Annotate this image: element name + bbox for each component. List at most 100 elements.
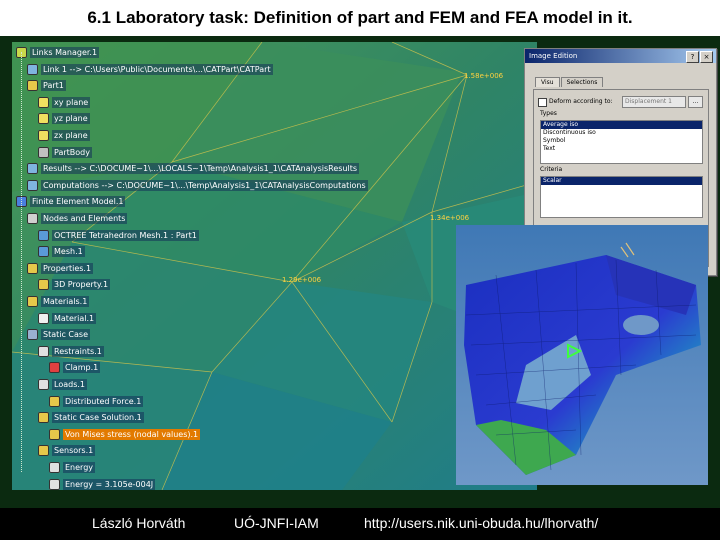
tree-node-label: Restraints.1 [52, 345, 104, 357]
tree-node-restraints[interactable]: Restraints.1 [38, 345, 104, 358]
tree-node-label: Link 1 --> C:\Users\Public\Documents\...… [41, 63, 273, 75]
tree-node-label: PartBody [52, 146, 92, 158]
tree-connector-line [21, 52, 22, 472]
tree-node-materials[interactable]: Materials.1 [27, 295, 90, 308]
tree-node-label: Sensors.1 [52, 445, 96, 457]
tree-node-nodes-elements[interactable]: Nodes and Elements [27, 212, 128, 225]
tree-node-partbody[interactable]: PartBody [38, 146, 92, 159]
value-marker-1: 1.58e+006 [464, 72, 504, 80]
tab-selections[interactable]: Selections [560, 77, 604, 87]
tree-node-label: OCTREE Tetrahedron Mesh.1 : Part1 [52, 229, 199, 241]
help-button[interactable]: ? [686, 51, 699, 63]
dialog-titlebar[interactable]: Image Edition ? × [525, 49, 716, 63]
tree-node-label: Links Manager.1 [30, 47, 100, 58]
tree-node-label: Properties.1 [41, 262, 94, 274]
energy-icon [49, 462, 60, 473]
deform-field[interactable]: Displacement 1 [622, 96, 686, 108]
property-icon [38, 279, 49, 291]
force-icon [49, 395, 60, 407]
types-option[interactable]: Discontinuous iso [541, 129, 702, 137]
tree-node-clamp[interactable]: Clamp.1 [49, 361, 101, 374]
tree-node-yz-plane[interactable]: yz plane [38, 112, 90, 125]
tree-node-sensors[interactable]: Sensors.1 [38, 444, 96, 457]
dialog-tabs: Visu Selections [535, 77, 604, 87]
tree-node-computations[interactable]: Computations --> C:\DOCUME~1\...\Temp\An… [27, 179, 368, 192]
dialog-title: Image Edition [529, 52, 578, 60]
tree-node-label: xy plane [52, 96, 91, 108]
tree-node-loads[interactable]: Loads.1 [38, 378, 87, 391]
tree-node-label: 3D Property.1 [52, 279, 111, 291]
tree-node-label: Static Case Solution.1 [52, 412, 144, 424]
tree-node-von-mises[interactable]: Von Mises stress (nodal values).1 [49, 428, 201, 441]
institute-name: UÓ-JNFI-IAM [234, 515, 319, 531]
tree-node-properties[interactable]: Properties.1 [27, 262, 94, 275]
plane-icon [38, 130, 49, 141]
footer-url[interactable]: http://users.nik.uni-obuda.hu/lhorvath/ [364, 515, 598, 531]
tree-node-static-case-solution[interactable]: Static Case Solution.1 [38, 411, 144, 424]
mesh-icon [38, 229, 49, 241]
tree-node-label: Clamp.1 [63, 362, 101, 374]
tree-node-label: Loads.1 [52, 379, 87, 390]
tree-node-results[interactable]: Results --> C:\DOCUME~1\...\LOCALS~1\Tem… [27, 162, 360, 175]
clamp-icon [49, 362, 60, 374]
tree-node-label: zx plane [52, 130, 90, 141]
tree-node-energy-value[interactable]: Energy = 3.105e-004J [49, 478, 156, 490]
restraints-icon [38, 345, 49, 357]
types-option[interactable]: Text [541, 145, 702, 153]
tree-node-label: Distributed Force.1 [63, 395, 144, 407]
tree-node-static-case[interactable]: Static Case [27, 328, 90, 341]
tree-node-energy[interactable]: Energy [49, 461, 96, 474]
author-name: László Horváth [92, 515, 186, 531]
types-option[interactable]: Average iso [541, 121, 702, 129]
material-icon [38, 312, 49, 324]
image-icon [49, 428, 60, 440]
tree-node-finite-element-model[interactable]: Finite Element Model.1 [16, 195, 126, 208]
tab-visu[interactable]: Visu [535, 77, 560, 87]
computations-icon [27, 179, 38, 191]
value-marker-3: 1.29e+006 [282, 276, 322, 284]
mesh-icon [27, 213, 38, 224]
tree-node-label: Material.1 [52, 312, 97, 324]
tree-node-link-part[interactable]: Link 1 --> C:\Users\Public\Documents\...… [27, 63, 273, 76]
solution-icon [38, 412, 49, 424]
energy-icon [49, 478, 60, 490]
criteria-option[interactable]: Scalar [541, 177, 702, 185]
tree-node-3d-property[interactable]: 3D Property.1 [38, 278, 111, 291]
stressed-part-image [456, 225, 708, 485]
tree-node-label: Nodes and Elements [41, 213, 128, 224]
slide-title: 6.1 Laboratory task: Definition of part … [87, 8, 633, 27]
tree-node-mesh[interactable]: Mesh.1 [38, 245, 85, 258]
deform-checkbox[interactable] [538, 98, 547, 107]
tree-node-distributed-force[interactable]: Distributed Force.1 [49, 395, 144, 408]
sensors-icon [38, 445, 49, 457]
tree-node-material[interactable]: Material.1 [38, 312, 97, 325]
loads-icon [38, 379, 49, 390]
tree-node-label: Energy = 3.105e-004J [63, 478, 156, 490]
tree-node-label: Von Mises stress (nodal values).1 [63, 428, 201, 440]
tree-node-zx-plane[interactable]: zx plane [38, 129, 90, 142]
criteria-label: Criteria [540, 166, 563, 173]
tree-node-part[interactable]: Part1 [27, 79, 66, 92]
results-icon [27, 163, 38, 175]
tree-node-label: yz plane [52, 113, 90, 125]
deform-more-button[interactable]: ... [688, 96, 703, 108]
types-label: Types [540, 110, 557, 117]
criteria-list[interactable]: Scalar [540, 176, 703, 218]
tree-node-links-manager[interactable]: Links Manager.1 [16, 46, 100, 59]
link-icon [27, 63, 38, 75]
tree-node-label: Results --> C:\DOCUME~1\...\LOCALS~1\Tem… [41, 163, 360, 175]
tree-node-label: Computations --> C:\DOCUME~1\...\Temp\An… [41, 179, 368, 191]
tree-node-octree-mesh[interactable]: OCTREE Tetrahedron Mesh.1 : Part1 [38, 229, 199, 242]
body-icon [38, 146, 49, 158]
slide-footer: László Horváth UÓ-JNFI-IAM http://users.… [0, 508, 720, 540]
tree-node-xy-plane[interactable]: xy plane [38, 96, 91, 109]
deform-label: Deform according to: [549, 98, 613, 105]
static-case-icon [27, 329, 38, 341]
types-option[interactable]: Symbol [541, 137, 702, 145]
materials-icon [27, 296, 38, 307]
stress-result-view[interactable] [456, 225, 708, 485]
close-button[interactable]: × [700, 51, 713, 63]
tree-node-label: Materials.1 [41, 296, 90, 307]
properties-icon [27, 262, 38, 274]
types-list[interactable]: Average iso Discontinuous iso Symbol Tex… [540, 120, 703, 164]
